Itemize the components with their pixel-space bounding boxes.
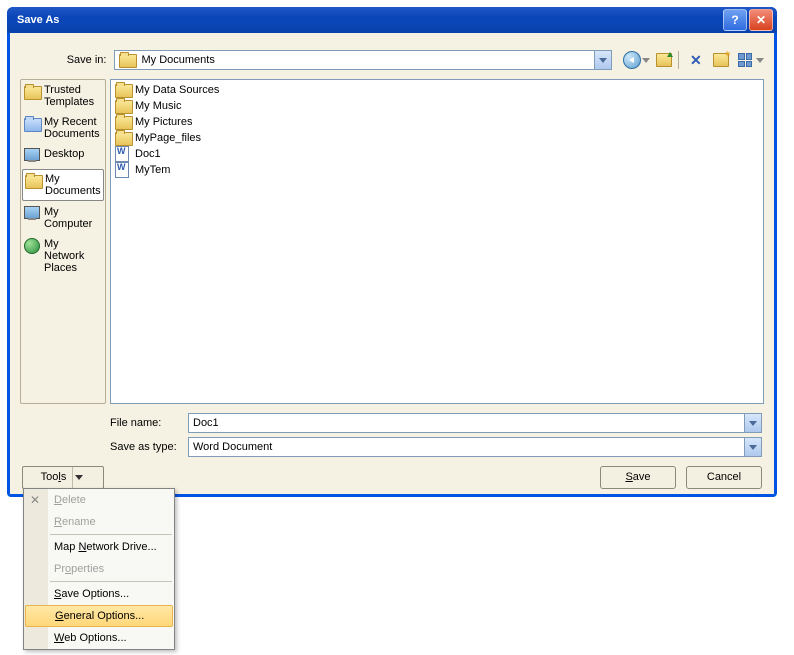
close-button[interactable]: ✕: [749, 9, 773, 31]
folder-icon: [119, 54, 137, 68]
filetype-value: Word Document: [189, 441, 744, 453]
tools-menu-item: Properties: [24, 558, 174, 580]
tools-button[interactable]: Tools: [22, 466, 104, 489]
filename-value: Doc1: [189, 417, 744, 429]
menu-separator: [50, 534, 172, 535]
file-item-label: Doc1: [135, 148, 161, 160]
filename-label: File name:: [110, 417, 188, 429]
tools-menu: ✕ Delete Rename Map Network Drive... Propert…: [23, 488, 175, 650]
savein-label: Save in:: [20, 54, 114, 66]
file-item-label: My Data Sources: [135, 84, 219, 96]
places-item[interactable]: My Computer: [21, 202, 105, 234]
tools-menu-item-label: Web Options...: [54, 632, 127, 644]
back-history-dropdown[interactable]: [642, 58, 650, 63]
places-item-label: My Documents: [45, 173, 101, 197]
folder-icon: [24, 86, 42, 100]
file-item-label: MyTem: [135, 164, 170, 176]
places-bar: Trusted Templates My Recent Documents Desk…: [20, 79, 106, 404]
places-item-label: Trusted Templates: [44, 84, 102, 108]
file-item[interactable]: MyPage_files: [113, 130, 761, 146]
delete-button[interactable]: ✕: [685, 49, 707, 71]
places-item-label: My Network Places: [44, 238, 102, 274]
tools-menu-item-label: Properties: [54, 563, 104, 575]
filetype-label: Save as type:: [110, 441, 188, 453]
filetype-combo[interactable]: Word Document: [188, 437, 762, 457]
file-item[interactable]: My Music: [113, 98, 761, 114]
file-item[interactable]: Doc1: [113, 146, 761, 162]
tools-menu-item-label: General Options...: [55, 610, 144, 622]
new-folder-button[interactable]: [710, 49, 732, 71]
tools-menu-item-label: Map Network Drive...: [54, 541, 157, 553]
places-item-label: My Computer: [44, 206, 102, 230]
folder-special-icon: [115, 116, 133, 130]
help-button[interactable]: ?: [723, 9, 747, 31]
places-item[interactable]: My Network Places: [21, 234, 105, 278]
savein-dropdown-arrow[interactable]: [594, 51, 611, 69]
window-title: Save As: [17, 14, 59, 26]
file-item[interactable]: My Pictures: [113, 114, 761, 130]
cancel-button[interactable]: Cancel: [686, 466, 762, 489]
file-item-label: My Music: [135, 100, 181, 112]
save-as-dialog: Save As ? ✕ www.java2s.com Save in: My D…: [7, 7, 777, 497]
tools-menu-item-label: Delete: [54, 494, 86, 506]
places-item[interactable]: Trusted Templates: [21, 80, 105, 112]
delete-icon: ✕: [30, 493, 40, 507]
file-item[interactable]: MyTem: [113, 162, 761, 178]
doc-icon: [115, 146, 129, 162]
separator: [678, 51, 679, 69]
tools-menu-item[interactable]: Save Options...: [24, 583, 174, 605]
places-item-label: My Recent Documents: [44, 116, 102, 140]
folder-special-icon: [115, 100, 133, 114]
monitor-icon: [24, 206, 40, 219]
views-dropdown[interactable]: [756, 58, 764, 63]
places-item[interactable]: My Recent Documents: [21, 112, 105, 144]
file-item-label: My Pictures: [135, 116, 192, 128]
tools-menu-item-label: Rename: [54, 516, 96, 528]
savein-combo[interactable]: My Documents: [114, 50, 611, 70]
folder-icon: [25, 175, 43, 189]
places-item-label: Desktop: [44, 148, 84, 160]
titlebar[interactable]: Save As ? ✕: [7, 7, 777, 33]
globe-icon: [24, 238, 40, 254]
folder-icon: [115, 132, 133, 146]
doc-icon: [115, 162, 129, 178]
filetype-dropdown-arrow[interactable]: [744, 438, 761, 456]
tools-menu-item: Rename: [24, 511, 174, 533]
menu-separator: [50, 581, 172, 582]
monitor-icon: [24, 148, 40, 161]
file-item[interactable]: My Data Sources: [113, 82, 761, 98]
places-item[interactable]: Desktop: [21, 144, 105, 168]
up-one-level-button[interactable]: [653, 49, 675, 71]
tools-menu-item: ✕ Delete: [24, 489, 174, 511]
tools-menu-item[interactable]: General Options...: [25, 605, 173, 627]
filename-dropdown-arrow[interactable]: [744, 414, 761, 432]
places-item[interactable]: My Documents: [22, 169, 104, 201]
back-button[interactable]: [621, 49, 643, 71]
filename-combo[interactable]: Doc1: [188, 413, 762, 433]
file-item-label: MyPage_files: [135, 132, 201, 144]
tools-menu-item[interactable]: Map Network Drive...: [24, 536, 174, 558]
tools-menu-item[interactable]: Web Options...: [24, 627, 174, 649]
views-button[interactable]: [734, 49, 756, 71]
savein-value: My Documents: [139, 54, 593, 66]
folder-blue-icon: [24, 118, 42, 132]
file-list[interactable]: My Data Sources My Music My Pictures MyPage…: [110, 79, 764, 404]
save-button[interactable]: Save: [600, 466, 676, 489]
folder-special-icon: [115, 84, 133, 98]
tools-menu-item-label: Save Options...: [54, 588, 129, 600]
